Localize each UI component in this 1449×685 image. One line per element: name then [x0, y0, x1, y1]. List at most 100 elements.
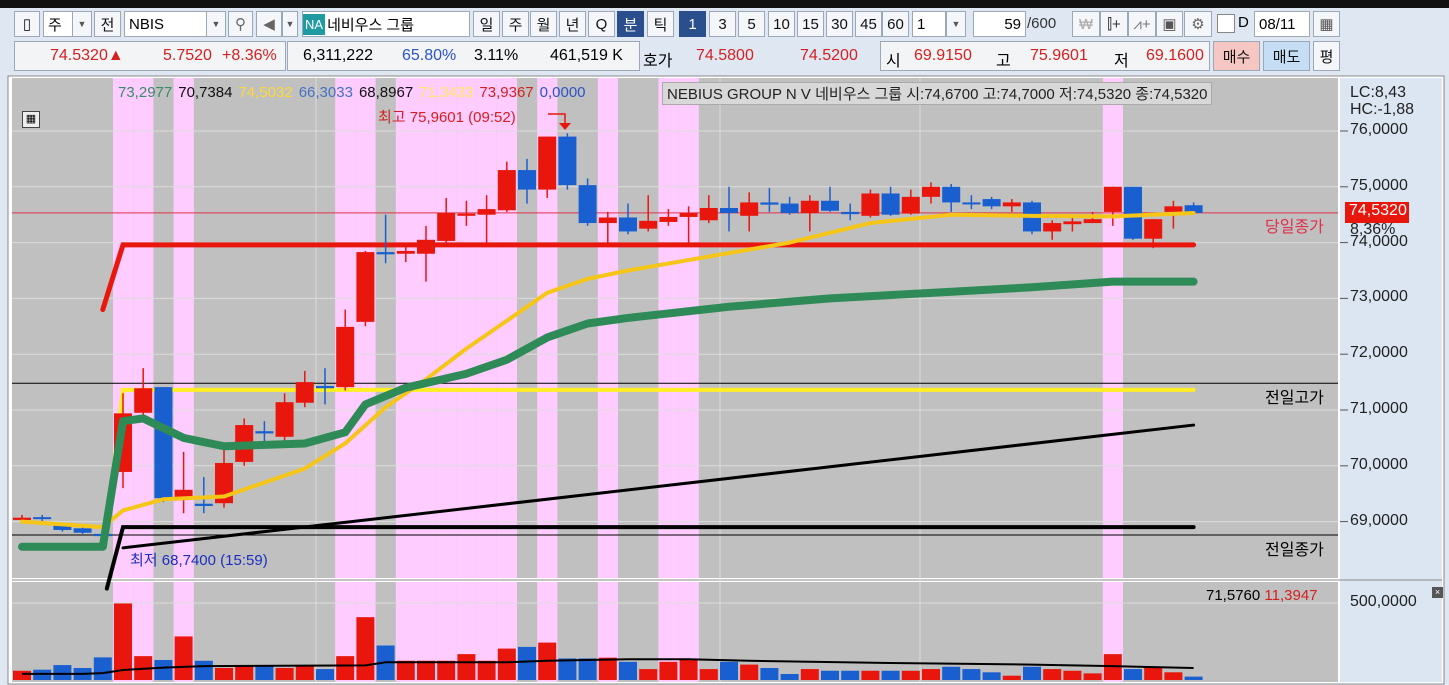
highlight-band: [597, 78, 618, 578]
chevron-down-icon[interactable]: ▼: [282, 11, 298, 37]
interval-input[interactable]: 1: [912, 11, 946, 37]
sell-button[interactable]: 매도: [1263, 41, 1310, 71]
candle-body: [800, 200, 819, 214]
prev-button[interactable]: 전: [94, 11, 121, 37]
today-close-label: 당일종가: [1265, 219, 1324, 236]
volume-bar: [800, 669, 819, 680]
volume-bar: [1043, 669, 1062, 680]
highlight-band: [113, 78, 134, 578]
add-candle-icon[interactable]: ⫿+: [1100, 11, 1128, 37]
minute-button[interactable]: 5: [738, 11, 765, 37]
count-input[interactable]: 59: [973, 11, 1026, 37]
symbol-input[interactable]: NBIS: [124, 11, 208, 37]
volume-bar: [154, 659, 173, 680]
low-value: 69.1600: [1146, 47, 1204, 64]
candle-body: [154, 387, 173, 499]
high-label: 고: [996, 53, 1011, 70]
volume-current: 11,3947: [1264, 587, 1318, 604]
minute-button[interactable]: 60: [882, 11, 909, 37]
low-label: 저: [1114, 53, 1129, 70]
volume-ma-value: 71,5760 11,3947: [1206, 587, 1318, 604]
period-button[interactable]: 일: [473, 11, 500, 37]
candle-body: [477, 209, 496, 215]
price-tick-label: 70,0000: [1350, 455, 1408, 473]
volume-bar: [679, 659, 698, 680]
candle-body: [134, 388, 153, 413]
volume-bar: [720, 661, 738, 680]
volume-bar: [598, 657, 617, 680]
candle-body: [720, 208, 738, 214]
minute-button[interactable]: 3: [709, 11, 736, 37]
volume-bar: [1144, 666, 1163, 680]
minute-button[interactable]: 10: [768, 11, 795, 37]
volume-bar: [295, 666, 314, 680]
candle-body: [699, 208, 718, 221]
price-tick-label: 69,0000: [1350, 511, 1408, 529]
period-button[interactable]: 분: [617, 11, 644, 37]
candle-body: [336, 326, 355, 388]
save-icon[interactable]: ▣: [1156, 11, 1183, 37]
minute-button[interactable]: 1: [679, 11, 706, 37]
chevron-down-icon[interactable]: ▼: [72, 11, 92, 37]
volume-value: 6,311,222: [303, 47, 373, 64]
volume-bar: [356, 617, 375, 680]
layout-icon[interactable]: ▯: [14, 11, 40, 37]
calendar-icon[interactable]: ▦: [1313, 11, 1340, 37]
add-line-icon[interactable]: ⩘+: [1128, 11, 1156, 37]
stock-name: 네비우스 그룹: [327, 16, 415, 34]
candle-body: [922, 186, 940, 197]
period-button[interactable]: 주: [502, 11, 529, 37]
count-total: /600: [1027, 15, 1057, 32]
grid-table-icon[interactable]: ▦: [22, 111, 40, 128]
volume-ratio: 65.80%: [402, 47, 457, 64]
open-value: 69.9150: [914, 47, 972, 64]
period-button[interactable]: 월: [530, 11, 557, 37]
stock-name-field[interactable]: NA 네비우스 그룹: [302, 11, 470, 37]
volume-bar: [841, 670, 860, 680]
up-arrow-icon: ▲: [107, 47, 124, 64]
candle-body: [1124, 186, 1142, 239]
date-checkbox[interactable]: [1217, 14, 1235, 33]
gear-icon[interactable]: ⚙: [1184, 11, 1212, 37]
minute-button[interactable]: 45: [855, 11, 882, 37]
volume-bar: [396, 660, 415, 680]
market-select[interactable]: 주: [43, 11, 73, 37]
low-annotation: 최저 68,7400 (15:59): [130, 552, 268, 569]
highlight-band: [416, 78, 437, 578]
chevron-down-icon[interactable]: ▼: [206, 11, 226, 37]
period-button[interactable]: Q: [588, 11, 615, 37]
speaker-icon[interactable]: ◀: [256, 11, 282, 37]
won-icon[interactable]: ₩: [1072, 11, 1100, 37]
date-input[interactable]: 08/11: [1254, 11, 1310, 37]
candle-body: [497, 170, 516, 211]
candle-body: [659, 216, 678, 222]
candle-body: [1043, 223, 1062, 232]
candle-body: [962, 202, 981, 205]
period-button[interactable]: 년: [559, 11, 586, 37]
trade-amount: 461,519 K: [550, 47, 623, 64]
volume-bar: [942, 666, 961, 680]
candle-body: [396, 250, 415, 254]
market-badge: NA: [303, 13, 326, 35]
candle-body: [1083, 219, 1102, 224]
period-button[interactable]: 틱: [647, 11, 674, 37]
close-panel-icon[interactable]: ×: [1432, 587, 1443, 598]
search-icon[interactable]: ⚲: [228, 11, 253, 37]
candle-body: [679, 213, 698, 217]
candle-body: [255, 431, 274, 434]
volume-bar: [114, 603, 132, 680]
buy-button[interactable]: 매수: [1213, 41, 1260, 71]
candle-body: [1164, 206, 1183, 212]
volume-bar: [417, 660, 435, 680]
volume-bar: [982, 672, 1001, 680]
candle-body: [417, 239, 435, 254]
volume-bar: [316, 669, 334, 680]
chevron-down-icon[interactable]: ▼: [946, 11, 966, 37]
volume-bar: [659, 661, 678, 680]
volume-bar: [53, 665, 72, 680]
volume-bar: [275, 667, 294, 680]
volume-bar: [578, 658, 597, 680]
average-button[interactable]: 평: [1313, 41, 1340, 71]
minute-button[interactable]: 30: [826, 11, 853, 37]
minute-button[interactable]: 15: [797, 11, 824, 37]
